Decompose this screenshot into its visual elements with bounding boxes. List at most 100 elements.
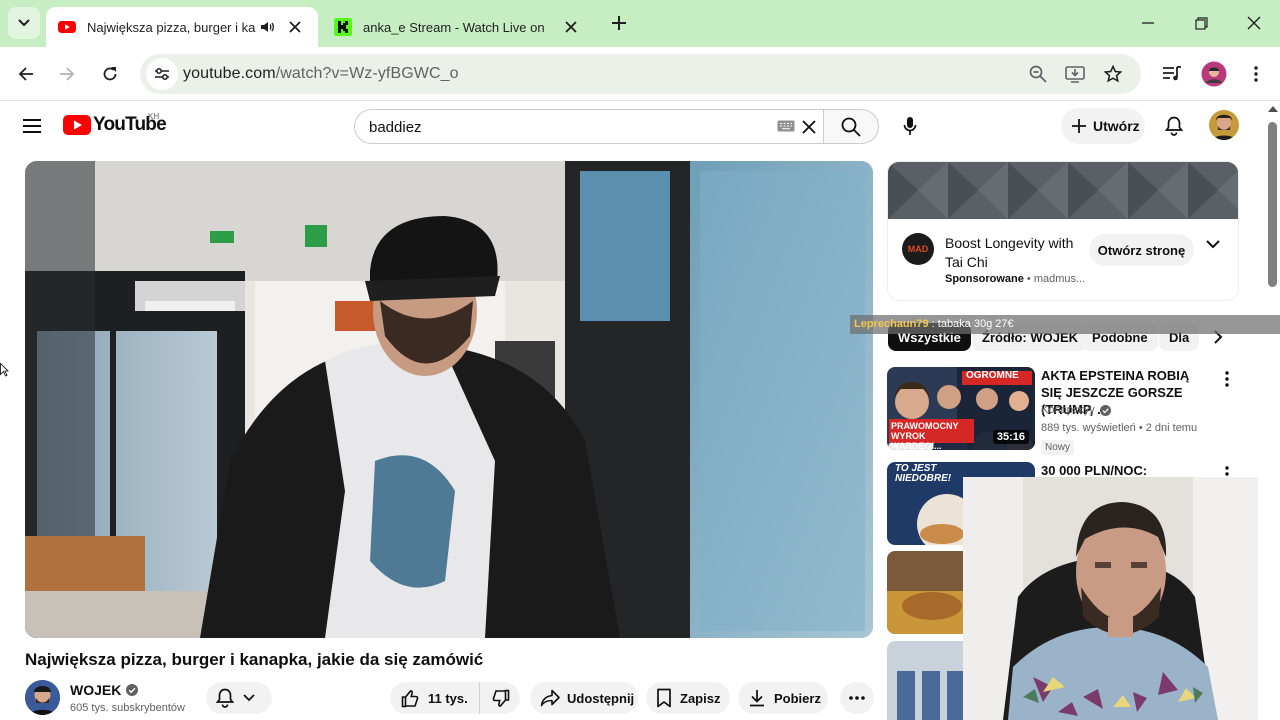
address-bar[interactable]: youtube.com/watch?v=Wz-yfBGWC_o	[140, 54, 1141, 94]
video-frame-image	[25, 161, 873, 638]
country-code: KH	[148, 112, 160, 121]
scroll-up-arrow-icon[interactable]	[1267, 104, 1279, 114]
restore-icon	[1194, 16, 1208, 30]
ad-banner-image	[888, 162, 1238, 219]
thumbnail-text-bottom: PRAWOMOCNY WYROK WARDĘGI...	[891, 421, 959, 450]
forward-button[interactable]	[51, 58, 83, 90]
media-controls-button[interactable]	[1156, 58, 1188, 90]
browser-tab-strip: Największa pizza, burger i kanapka, jaki…	[0, 0, 1280, 47]
thumbnail-text-top: TO JEST NIEDOBRE!	[895, 463, 952, 484]
profile-avatar-icon	[1201, 61, 1227, 87]
minimize-button[interactable]	[1132, 7, 1164, 39]
bookmark-icon	[657, 688, 671, 708]
minimize-icon	[1142, 22, 1154, 24]
tab-close-icon[interactable]	[284, 16, 306, 38]
restore-button[interactable]	[1185, 7, 1217, 39]
kick-favicon-icon	[334, 18, 352, 36]
tab-close-icon[interactable]	[560, 16, 582, 38]
browser-tab-youtube[interactable]: Największa pizza, burger i kanapka, jaki…	[46, 7, 318, 47]
scrollbar-thumb[interactable]	[1268, 122, 1277, 287]
ad-meta: Sponsorowane • madmus...	[945, 273, 1086, 285]
star-icon	[1104, 65, 1122, 83]
youtube-play-logo-icon	[63, 115, 91, 135]
recommendation-channel-name: Konopskyy	[1041, 404, 1095, 416]
url-host: youtube.com	[183, 65, 276, 82]
verified-badge-icon	[126, 684, 139, 696]
site-info-button[interactable]	[146, 58, 178, 90]
profile-button[interactable]	[1198, 58, 1230, 90]
zoom-button[interactable]	[1026, 62, 1050, 86]
video-title: Największa pizza, burger i kanapka, jaki…	[25, 650, 484, 669]
tab-search-button[interactable]	[8, 7, 40, 39]
chat-message: tabaka 30g 27€	[937, 318, 1014, 330]
dislike-button[interactable]	[480, 682, 520, 714]
youtube-masthead: YouTube KH Utwórz	[0, 102, 1266, 150]
guide-menu-button[interactable]	[18, 112, 46, 140]
new-tab-button[interactable]	[603, 7, 635, 39]
mouse-cursor-icon	[0, 363, 9, 377]
install-app-button[interactable]	[1063, 62, 1087, 86]
search-button[interactable]	[823, 109, 879, 144]
channel-name[interactable]: WOJEK	[70, 682, 139, 698]
tab-audio-icon[interactable]	[256, 16, 278, 38]
recommendation-item[interactable]: OGROMNE PRAWOMOCNY WYROK WARDĘGI... 35:1…	[887, 367, 1247, 457]
open-site-button[interactable]: Otwórz stronę	[1089, 234, 1194, 266]
bell-icon	[1165, 116, 1183, 136]
browser-tab-kick[interactable]: anka_e Stream - Watch Live on Kick	[322, 7, 594, 47]
create-button[interactable]: Utwórz	[1061, 108, 1145, 144]
more-vertical-icon[interactable]	[1225, 371, 1229, 387]
chevron-down-icon	[18, 19, 30, 27]
ad-title[interactable]: Boost Longevity with Tai Chi	[945, 234, 1090, 272]
streamer-webcam-overlay	[963, 477, 1258, 720]
advertiser-logo[interactable]: MAD	[902, 233, 934, 265]
notifications-button[interactable]	[1157, 109, 1191, 143]
voice-search-button[interactable]	[892, 108, 928, 144]
url-text[interactable]: youtube.com/watch?v=Wz-yfBGWC_o	[183, 65, 459, 83]
video-player[interactable]	[25, 161, 873, 638]
hamburger-icon	[23, 119, 41, 133]
arrow-left-icon	[18, 67, 33, 81]
close-icon	[1247, 16, 1261, 30]
like-button[interactable]: 11 tys.	[390, 682, 480, 714]
download-icon	[750, 690, 764, 707]
clear-search-icon[interactable]	[799, 117, 819, 137]
keyboard-icon[interactable]	[777, 120, 795, 132]
back-button[interactable]	[10, 58, 42, 90]
share-button[interactable]: Udostępnij	[530, 682, 638, 714]
install-icon	[1065, 66, 1085, 83]
url-path: /watch?v=Wz-yfBGWC_o	[275, 65, 459, 82]
tab-title: anka_e Stream - Watch Live on Kick	[363, 19, 548, 35]
browser-menu-button[interactable]	[1240, 58, 1272, 90]
search-box[interactable]	[354, 109, 824, 144]
create-label: Utwórz	[1093, 118, 1140, 134]
more-actions-button[interactable]	[840, 682, 874, 714]
verified-badge-icon	[1099, 404, 1111, 416]
plus-icon	[612, 16, 626, 30]
subscription-bell-button[interactable]	[206, 682, 272, 714]
youtube-favicon-icon	[58, 21, 76, 33]
like-count: 11 tys.	[428, 690, 468, 706]
channel-name-text: WOJEK	[70, 682, 122, 698]
download-button[interactable]: Pobierz	[738, 682, 828, 714]
more-vertical-icon	[1254, 66, 1258, 82]
bookmark-star-button[interactable]	[1101, 62, 1125, 86]
channel-avatar[interactable]	[25, 680, 60, 715]
sponsored-ad-card[interactable]: MAD Boost Longevity with Tai Chi Sponsor…	[887, 161, 1239, 301]
recommendation-thumbnail[interactable]: OGROMNE PRAWOMOCNY WYROK WARDĘGI... 35:1…	[887, 367, 1035, 450]
close-window-button[interactable]	[1238, 7, 1270, 39]
advertiser-name: madmus...	[1033, 273, 1086, 285]
save-button[interactable]: Zapisz	[646, 682, 730, 714]
more-horizontal-icon	[849, 696, 865, 700]
share-icon	[540, 689, 560, 707]
chevron-down-icon[interactable]	[1206, 240, 1220, 249]
sponsored-label: Sponsorowane	[945, 273, 1024, 285]
account-avatar[interactable]	[1209, 110, 1239, 140]
youtube-logo[interactable]: YouTube KH	[63, 112, 167, 136]
tab-title: Największa pizza, burger i kanapka, jaki…	[87, 19, 256, 35]
like-dislike-group: 11 tys.	[390, 682, 520, 714]
plus-icon	[1072, 119, 1086, 133]
search-input[interactable]	[369, 116, 759, 138]
recommendation-channel[interactable]: Konopskyy	[1041, 404, 1111, 416]
reload-button[interactable]	[94, 58, 126, 90]
chevron-down-icon	[243, 694, 255, 702]
